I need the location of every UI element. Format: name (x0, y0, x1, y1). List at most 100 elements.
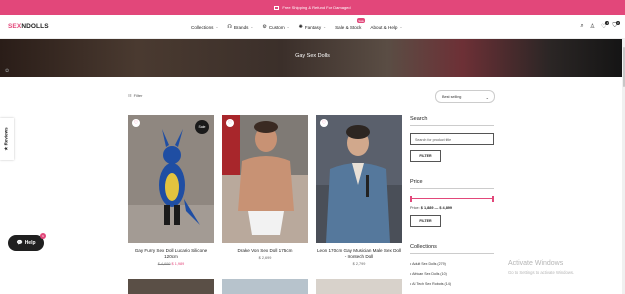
announcement-bar[interactable]: Free Shipping & Refund For Damaged (0, 0, 625, 15)
logo-part-sex: SEX (8, 23, 22, 30)
nav-collections[interactable]: Collections ⌄ (191, 24, 218, 30)
chevron-down-icon: ⌄ (286, 25, 290, 29)
sale-badge: Sale (195, 120, 209, 134)
wishlist-icon[interactable]: ♡ (226, 119, 234, 127)
collections-heading: Collections (410, 244, 437, 250)
sale-badge: Sale (356, 18, 366, 23)
product-image-art (222, 115, 308, 243)
divider (410, 188, 494, 189)
collection-label: AI Tech Sex Robots (14) (412, 282, 451, 286)
logo[interactable]: SEXNDOLLS (8, 23, 49, 30)
wishlist-icon[interactable]: ♡ (320, 119, 328, 127)
search-heading: Search (410, 116, 428, 122)
gift-icon (274, 5, 280, 10)
price-max-handle[interactable] (492, 195, 494, 202)
product-name[interactable]: Gay Furry Sex Doll Lucario Silicone 120c… (128, 248, 214, 260)
search-input[interactable]: Search for product title (410, 133, 494, 145)
product-price: $ 4,699 $ 1,989 (128, 262, 214, 266)
collection-link[interactable]: • AI Tech Sex Robots (14) (410, 282, 451, 286)
product-image-row2[interactable] (128, 279, 214, 294)
help-count-badge: 1 (40, 233, 46, 239)
scrollbar-thumb[interactable] (622, 47, 625, 87)
product-image[interactable]: ♡ (316, 115, 402, 243)
cart-count: 0 (616, 21, 620, 25)
heart-icon[interactable]: ♡ 0 (601, 21, 610, 30)
reviews-text: Reviews (4, 127, 9, 146)
price: $ 2,699 (258, 256, 272, 260)
cart-icon[interactable]: ⛉ 0 (612, 21, 620, 30)
help-label: Help (24, 240, 36, 246)
announcement-text: Free Shipping & Refund For Damaged (282, 5, 351, 10)
collection-label: Adult Sex Dolls (279) (412, 262, 446, 266)
nav-label: Collections (191, 24, 214, 30)
price-range-slider[interactable] (410, 195, 494, 202)
price-prefix: Price: (410, 206, 420, 210)
product-name[interactable]: Leon 170cm Gay Musician Male Sex Doll - … (316, 248, 402, 260)
help-button[interactable]: 💬 Help 1 (8, 233, 46, 251)
product-card[interactable]: ♡ Drake Von Sex Doll 175cm $ 2,699 (222, 115, 308, 260)
product-card[interactable]: ♡ Sale Gay Furry Sex Doll Lucario Silico… (128, 115, 214, 266)
headset-icon: ☊ (227, 24, 232, 30)
search-filter-button[interactable]: FILTER (410, 150, 441, 162)
sale-price: $ 1,989 (171, 262, 185, 266)
nav-brands[interactable]: ☊ Brands ⌄ (227, 24, 253, 30)
activate-windows-title: Activate Windows (508, 260, 564, 267)
nav-label: Sale & Stock (335, 24, 362, 30)
logo-part-ndolls: NDOLLS (21, 23, 49, 30)
price: $ 2,799 (352, 262, 366, 266)
nav-about-help[interactable]: About & Help ⌄ (370, 24, 402, 30)
chevron-down-icon: ⌄ (485, 94, 489, 100)
filter-label: Filter (133, 93, 143, 98)
user-icon[interactable]: ♙ (590, 23, 595, 30)
collection-link[interactable]: • Adult Sex Dolls (279) (410, 262, 446, 266)
chevron-down-icon: ⌄ (250, 25, 254, 29)
site-header: SEXNDOLLS Collections ⌄ ☊ Brands ⌄ ⚙ Custo… (0, 15, 625, 39)
reviews-label: ★ Reviews (4, 127, 9, 151)
product-image-row2[interactable] (222, 279, 308, 294)
nav-custom[interactable]: ⚙ Custom ⌄ (262, 24, 289, 30)
filter-toggle[interactable]: ☷ Filter (128, 93, 142, 98)
main-nav: Collections ⌄ ☊ Brands ⌄ ⚙ Custom ⌄ ✺ Fanta… (191, 18, 402, 30)
search-icon[interactable]: ⌕ (580, 23, 583, 30)
price-min-handle[interactable] (410, 195, 412, 202)
page: Free Shipping & Refund For Damaged SEXND… (0, 0, 625, 294)
nav-label: Custom (268, 24, 285, 30)
settings-dot-icon[interactable]: ✿ (5, 68, 9, 74)
chat-icon: 💬 (16, 240, 23, 246)
product-price: $ 2,799 (316, 262, 402, 266)
old-price: $ 4,699 (157, 262, 171, 266)
page-title: Gay Sex Dolls (295, 53, 330, 59)
chevron-down-icon: ⌄ (323, 25, 327, 29)
hero-banner: Gay Sex Dolls (0, 39, 625, 77)
header-icons: ⌕ ♙ ♡ 0 ⛉ 0 (580, 21, 620, 30)
nav-label: Fantasy (304, 24, 322, 30)
wishlist-count: 0 (605, 21, 610, 25)
collection-link[interactable]: • African Sex Dolls (10) (410, 272, 447, 276)
product-image-art (316, 115, 402, 243)
price-range-label: Price: $ 1,889 — $ 4,899 (410, 206, 452, 210)
nav-sale-stock[interactable]: Sale & Stock Sale (335, 18, 366, 30)
wishlist-icon[interactable]: ♡ (132, 119, 140, 127)
product-name[interactable]: Drake Von Sex Doll 175cm (222, 248, 308, 254)
product-image[interactable]: ♡ (222, 115, 308, 243)
chevron-down-icon: ⌄ (215, 25, 219, 29)
product-image[interactable]: ♡ Sale (128, 115, 214, 243)
sort-select[interactable]: Best selling ⌄ (435, 90, 495, 103)
price-heading: Price (410, 179, 423, 185)
nav-label: About & Help (370, 24, 398, 30)
chevron-down-icon: ⌄ (399, 25, 403, 29)
nav-label: Brands (233, 24, 249, 30)
price-range-value: $ 1,889 — $ 4,899 (420, 206, 453, 210)
product-card[interactable]: ♡ Leon 170cm Gay Musician Male Sex Doll … (316, 115, 402, 266)
reviews-tab[interactable]: ★ Reviews (0, 118, 14, 160)
sort-value: Best selling (442, 95, 462, 99)
filter-icon: ☷ (128, 93, 132, 98)
divider (410, 253, 494, 254)
product-price: $ 2,699 (222, 256, 308, 260)
price-filter-button[interactable]: FILTER (410, 215, 441, 227)
product-image-row2[interactable] (316, 279, 402, 294)
product-image-art (128, 115, 214, 243)
collection-label: African Sex Dolls (10) (412, 272, 447, 276)
nav-fantasy[interactable]: ✺ Fantasy ⌄ (299, 24, 326, 30)
sparkle-icon: ✺ (298, 24, 303, 30)
